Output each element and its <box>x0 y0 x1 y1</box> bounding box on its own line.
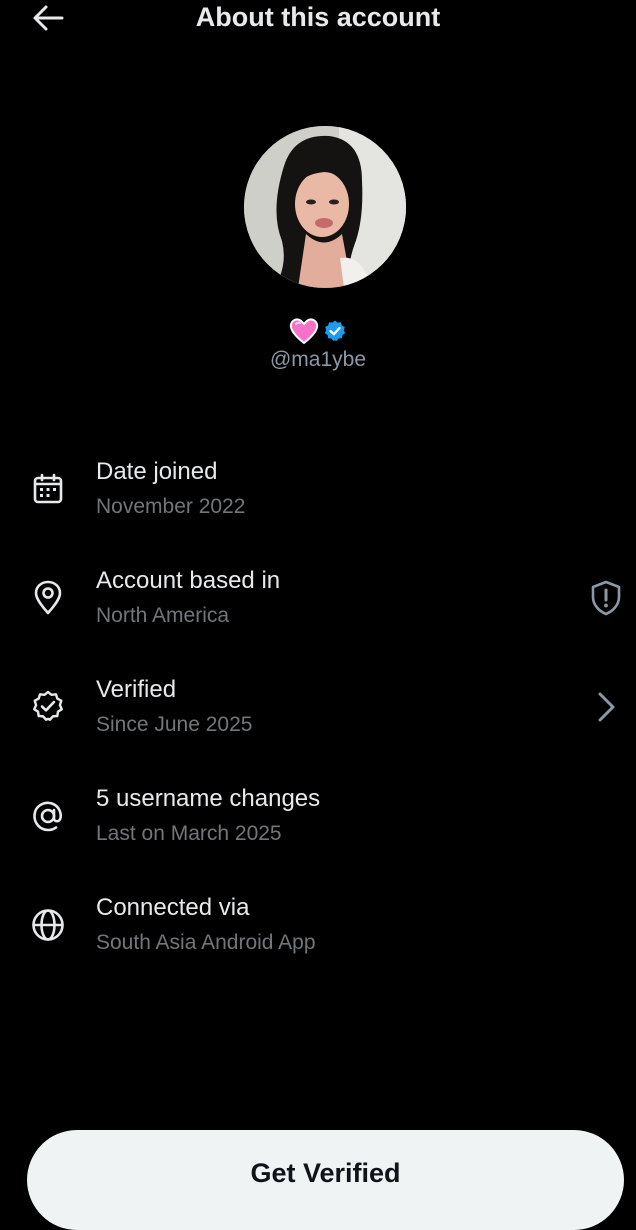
top-bar: About this account <box>0 0 636 40</box>
info-title: 5 username changes <box>96 785 321 812</box>
pink-heart-emoji <box>289 318 319 345</box>
at-sign-icon <box>28 796 68 836</box>
calendar-icon <box>28 469 68 509</box>
username-handle: @ma1ybe <box>269 348 367 371</box>
page-title: About this account <box>195 2 441 32</box>
info-item-date-joined: Date joined November 2022 <box>0 455 636 535</box>
info-item-connected-via: Connected via South Asia Android App <box>0 891 636 971</box>
location-pin-icon <box>28 578 68 618</box>
info-subtitle: Last on March 2025 <box>96 822 282 845</box>
info-subtitle: Since June 2025 <box>96 713 253 736</box>
globe-icon <box>28 905 68 945</box>
info-title: Account based in <box>96 567 281 594</box>
info-subtitle: November 2022 <box>96 495 246 518</box>
avatar <box>244 126 406 288</box>
info-subtitle: North America <box>96 604 230 627</box>
get-verified-button[interactable]: Get Verified <box>27 1130 624 1230</box>
shield-alert-icon[interactable] <box>586 578 626 618</box>
info-title: Connected via <box>96 894 250 921</box>
display-name <box>0 314 636 348</box>
info-subtitle: South Asia Android App <box>96 931 316 954</box>
chevron-right-icon[interactable] <box>586 687 626 727</box>
info-item-account-based-in: Account based in North America <box>0 564 636 644</box>
verified-badge-icon[interactable] <box>323 319 347 343</box>
info-title: Date joined <box>96 458 218 485</box>
verified-check-icon <box>28 687 68 727</box>
info-item-verified[interactable]: Verified Since June 2025 <box>0 673 636 753</box>
info-item-username-changes: 5 username changes Last on March 2025 <box>0 782 636 862</box>
info-title: Verified <box>96 676 177 703</box>
